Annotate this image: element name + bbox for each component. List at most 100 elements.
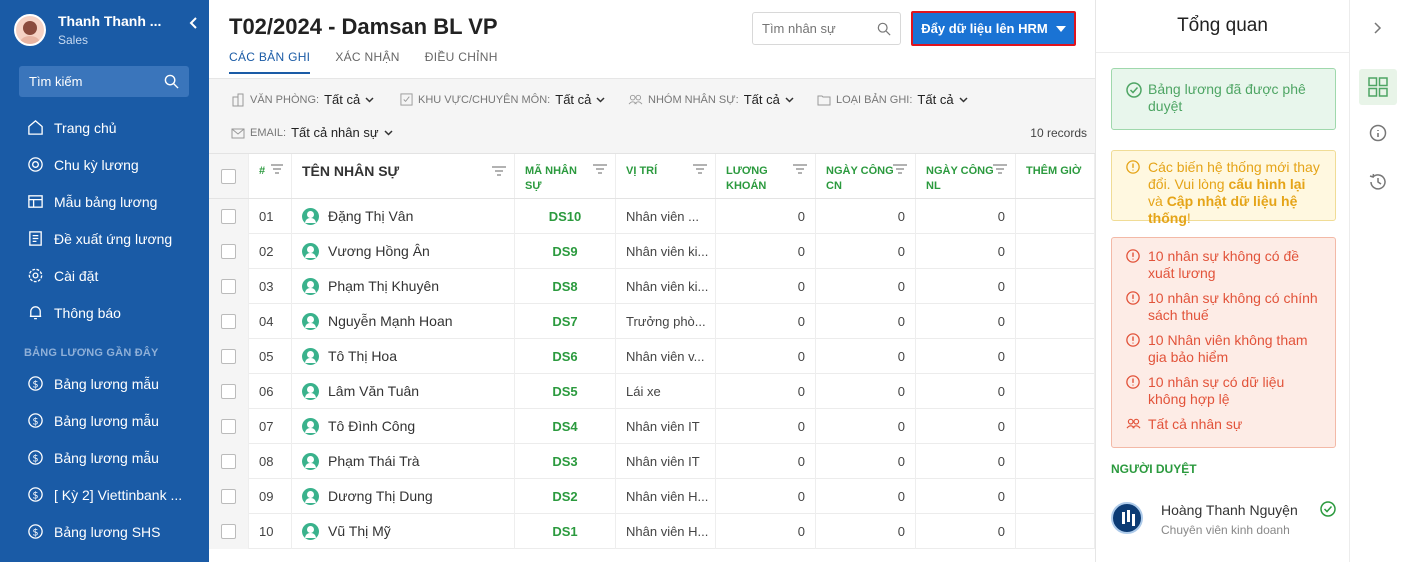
staff-name-cell[interactable]: Vương Hồng Ân: [292, 233, 515, 269]
filter-icon[interactable]: [993, 164, 1007, 179]
table-row[interactable]: 07 Tô Đình Công DS4 Nhân viên IT 0 0 0: [209, 408, 1095, 444]
recent-payroll-item[interactable]: $ [ Kỳ 2] Viettinbank ...: [0, 476, 209, 513]
recent-payroll-item[interactable]: $ Bảng lương mẫu: [0, 439, 209, 476]
header-day-nl[interactable]: NGÀY CÔNG NL: [916, 154, 1016, 198]
filter-office[interactable]: VĂN PHÒNG: Tất cả: [231, 92, 374, 107]
select-all-checkbox[interactable]: [221, 168, 236, 184]
salary-value: 0: [716, 478, 816, 514]
recent-payroll-item[interactable]: $ Bảng lương mẫu: [0, 365, 209, 402]
filter-icon[interactable]: [492, 164, 506, 179]
error-item[interactable]: 10 nhân sự không có đề xuất lương: [1126, 248, 1325, 282]
header-code-label: MÃ NHÂN SỰ: [525, 165, 577, 192]
approver-name: Hoàng Thanh Nguyện: [1161, 502, 1298, 518]
reconfigure-link[interactable]: cấu hình lại: [1228, 176, 1305, 192]
sidebar-item-cycle[interactable]: Chu kỳ lương: [0, 146, 209, 183]
staff-name-cell[interactable]: Vũ Thị Mỹ: [292, 513, 515, 549]
sidebar-item-notifications[interactable]: Thông báo: [0, 294, 209, 331]
alert-circle-icon: [1126, 291, 1140, 309]
filter-icon[interactable]: [693, 164, 707, 179]
filter-area-label: KHU VỰC/CHUYÊN MÔN:: [418, 93, 551, 106]
overtime-value: [1016, 233, 1095, 269]
header-name-label: TÊN NHÂN SỰ: [302, 163, 400, 179]
overview-tab-button[interactable]: [1359, 69, 1397, 105]
header-position[interactable]: VỊ TRÍ: [616, 154, 716, 198]
staff-name-cell[interactable]: Phạm Thái Trà: [292, 443, 515, 479]
header-day-cn[interactable]: NGÀY CÔNG CN: [816, 154, 916, 198]
staff-name-cell[interactable]: Nguyễn Mạnh Hoan: [292, 303, 515, 339]
staff-name-cell[interactable]: Tô Đình Công: [292, 408, 515, 444]
row-checkbox[interactable]: [221, 418, 236, 434]
staff-search-input[interactable]: [762, 21, 872, 36]
error-item[interactable]: 10 nhân sự không có chính sách thuế: [1126, 290, 1325, 324]
row-checkbox[interactable]: [221, 453, 236, 469]
row-checkbox[interactable]: [221, 278, 236, 294]
chevron-down-icon: [596, 96, 605, 103]
staff-name-cell[interactable]: Tô Thị Hoa: [292, 338, 515, 374]
recent-payroll-item[interactable]: $ Bảng lương mẫu: [0, 402, 209, 439]
table-row[interactable]: 03 Phạm Thị Khuyên DS8 Nhân viên ki... 0 0 0: [209, 268, 1095, 304]
info-tab-button[interactable]: [1359, 116, 1397, 152]
table-row[interactable]: 06 Lâm Văn Tuân DS5 Lái xe 0 0 0: [209, 373, 1095, 409]
row-number: 03: [249, 268, 292, 304]
filter-group-label: NHÓM NHÂN SỰ:: [648, 93, 739, 106]
filter-icon[interactable]: [793, 164, 807, 179]
day-cn-value: 0: [816, 233, 916, 269]
staff-name-cell[interactable]: Lâm Văn Tuân: [292, 373, 515, 409]
update-system-data-link[interactable]: Cập nhật dữ liệu hệ thống: [1148, 193, 1297, 226]
staff-name-cell[interactable]: Phạm Thị Khuyên: [292, 268, 515, 304]
staff-name-cell[interactable]: Dương Thị Dung: [292, 478, 515, 514]
row-checkbox[interactable]: [221, 348, 236, 364]
filter-icon[interactable]: [593, 164, 607, 179]
push-to-hrm-button[interactable]: Đẩy dữ liệu lên HRM: [911, 11, 1076, 46]
error-item[interactable]: 10 Nhân viên không tham gia bảo hiểm: [1126, 332, 1325, 366]
row-checkbox[interactable]: [221, 383, 236, 399]
history-tab-button[interactable]: [1359, 164, 1397, 200]
filter-email[interactable]: EMAIL: Tất cả nhân sự: [231, 125, 393, 140]
user-role: Sales: [58, 33, 89, 47]
chevron-right-icon: [1374, 22, 1382, 34]
search-icon[interactable]: [877, 22, 891, 36]
tab-adjust[interactable]: ĐIỀU CHỈNH: [425, 50, 498, 74]
error-item[interactable]: 10 nhân sự có dữ liệu không hợp lệ: [1126, 374, 1325, 408]
user-profile[interactable]: Thanh Thanh ... Sales: [0, 0, 209, 60]
filter-area-value: Tất cả: [555, 92, 592, 107]
collapse-sidebar-icon[interactable]: [189, 16, 199, 32]
header-code[interactable]: MÃ NHÂN SỰ: [515, 154, 616, 198]
row-checkbox[interactable]: [221, 243, 236, 259]
sidebar-item-template[interactable]: Mẫu bảng lương: [0, 183, 209, 220]
tab-records[interactable]: CÁC BẢN GHI: [229, 50, 311, 74]
row-checkbox[interactable]: [221, 208, 236, 224]
table-row[interactable]: 10 Vũ Thị Mỹ DS1 Nhân viên H... 0 0 0: [209, 513, 1095, 549]
table-row[interactable]: 01 Đặng Thị Vân DS10 Nhân viên ... 0 0 0: [209, 198, 1095, 234]
row-checkbox[interactable]: [221, 488, 236, 504]
row-checkbox[interactable]: [221, 523, 236, 539]
table-row[interactable]: 02 Vương Hồng Ân DS9 Nhân viên ki... 0 0 0: [209, 233, 1095, 269]
row-select-cell: [209, 198, 249, 234]
chevron-down-icon: [384, 129, 393, 136]
sidebar-item-settings[interactable]: Cài đặt: [0, 257, 209, 294]
row-checkbox[interactable]: [221, 313, 236, 329]
filter-icon[interactable]: [271, 164, 283, 179]
expand-panel-button[interactable]: [1359, 10, 1397, 46]
staff-name-cell[interactable]: Đặng Thị Vân: [292, 198, 515, 234]
table-row[interactable]: 05 Tô Thị Hoa DS6 Nhân viên v... 0 0 0: [209, 338, 1095, 374]
filter-area[interactable]: KHU VỰC/CHUYÊN MÔN: Tất cả: [400, 92, 605, 107]
table-row[interactable]: 09 Dương Thị Dung DS2 Nhân viên H... 0 0 0: [209, 478, 1095, 514]
tab-confirm[interactable]: XÁC NHẬN: [335, 50, 399, 74]
sidebar-search[interactable]: Tìm kiếm: [19, 66, 189, 97]
sidebar-item-proposal[interactable]: Đề xuất ứng lương: [0, 220, 209, 257]
header-num[interactable]: #: [249, 154, 292, 198]
table-row[interactable]: 08 Phạm Thái Trà DS3 Nhân viên IT 0 0 0: [209, 443, 1095, 479]
header-overtime[interactable]: THÊM GIỜ: [1016, 154, 1095, 198]
filter-record-type[interactable]: LOẠI BẢN GHI: Tất cả: [817, 92, 968, 107]
header-salary[interactable]: LƯƠNG KHOÁN: [716, 154, 816, 198]
filter-record-value: Tất cả: [917, 92, 954, 107]
table-row[interactable]: 04 Nguyễn Mạnh Hoan DS7 Trưởng phò... 0 0 0: [209, 303, 1095, 339]
all-staff-link[interactable]: Tất cả nhân sự: [1126, 416, 1325, 433]
header-name[interactable]: TÊN NHÂN SỰ: [292, 154, 515, 198]
sidebar-item-home[interactable]: Trang chủ: [0, 109, 209, 146]
row-number: 01: [249, 198, 292, 234]
recent-payroll-item[interactable]: $ Bảng lương SHS: [0, 513, 209, 550]
filter-group[interactable]: NHÓM NHÂN SỰ: Tất cả: [628, 92, 794, 107]
filter-icon[interactable]: [893, 164, 907, 179]
